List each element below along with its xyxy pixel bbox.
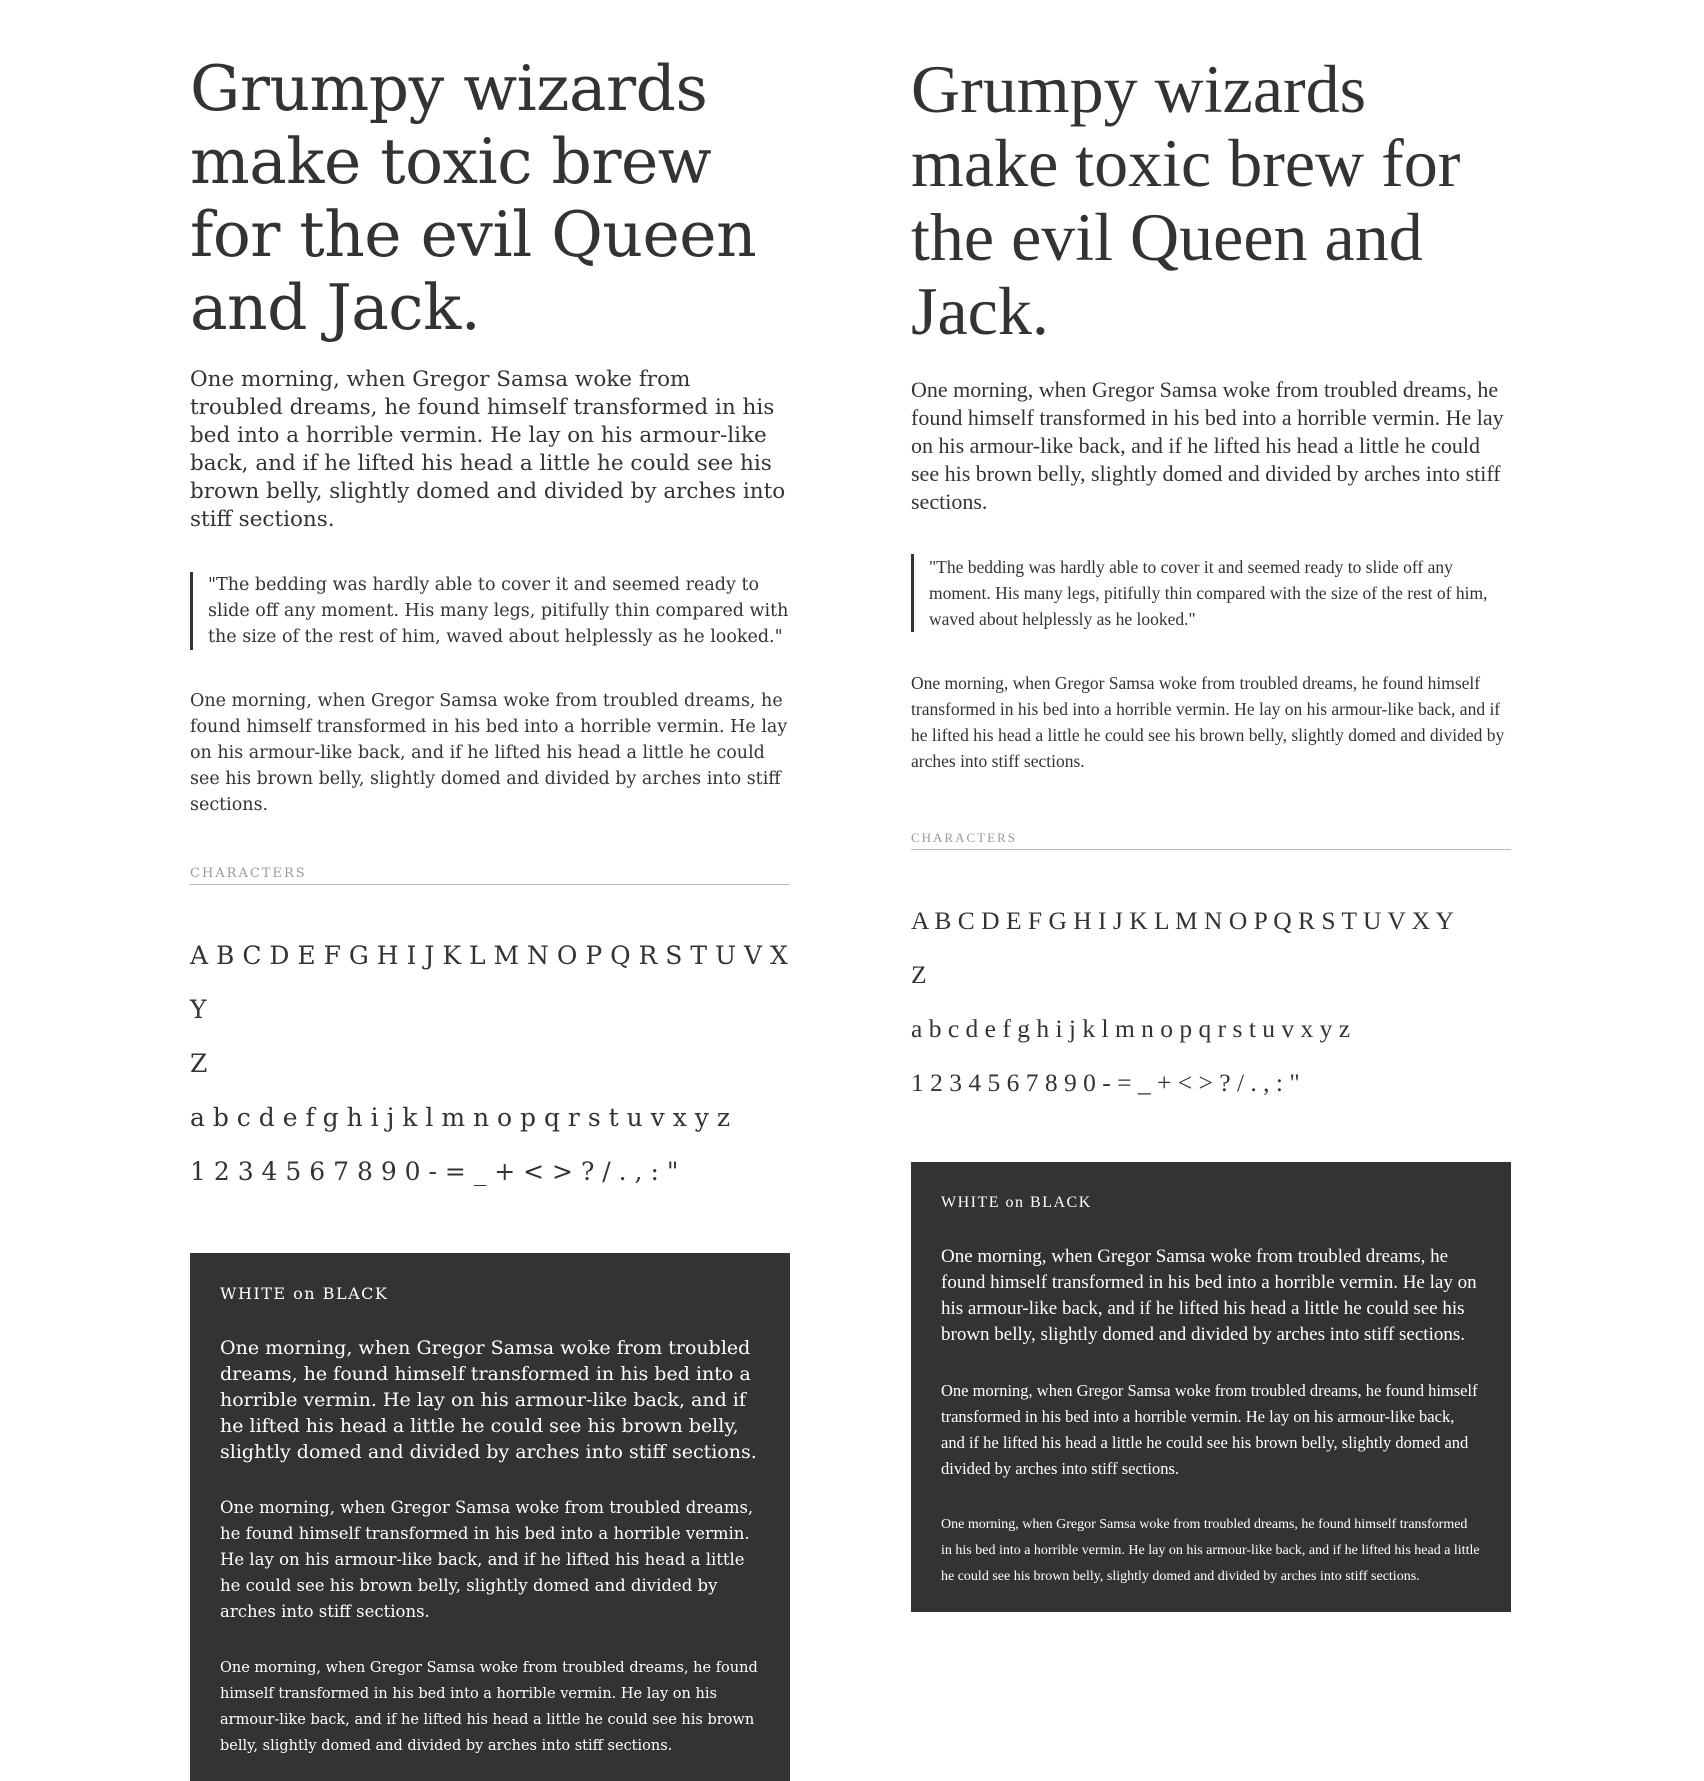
lowercase-line: a b c d e f g h i j k l m n o p q r s t … <box>911 1014 1351 1043</box>
uppercase-line-2: Z <box>911 960 927 989</box>
dark-paragraph-small: One morning, when Gregor Samsa woke from… <box>941 1517 1480 1584</box>
blockquote: "The bedding was hardly able to cover it… <box>190 572 790 650</box>
lead-paragraph: One morning, when Gregor Samsa woke from… <box>190 367 786 532</box>
lowercase-line: a b c d e f g h i j k l m n o p q r s t … <box>190 1103 730 1132</box>
numerals-line: 1 2 3 4 5 6 7 8 9 0 - = _ + < > ? / . , … <box>911 1068 1300 1097</box>
white-on-black-panel: WHITE on BLACK One morning, when Gregor … <box>190 1253 790 1781</box>
dark-panel-label: WHITE on BLACK <box>941 1194 1092 1211</box>
numerals-line: 1 2 3 4 5 6 7 8 9 0 - = _ + < > ? / . , … <box>190 1157 679 1186</box>
body-paragraph: One morning, when Gregor Samsa woke from… <box>190 691 788 815</box>
uppercase-line: A B C D E F G H I J K L M N O P Q R S T … <box>190 941 788 1024</box>
characters-label: CHARACTERS <box>190 866 790 885</box>
dark-paragraph-small: One morning, when Gregor Samsa woke from… <box>220 1660 758 1754</box>
lead-paragraph: One morning, when Gregor Samsa woke from… <box>911 377 1504 514</box>
dark-panel-label: WHITE on BLACK <box>220 1284 389 1303</box>
dark-paragraph-medium: One morning, when Gregor Samsa woke from… <box>941 1381 1478 1478</box>
headline: Grumpy wizards make toxic brew for the e… <box>190 52 757 344</box>
characters-label: CHARACTERS <box>911 830 1511 850</box>
dark-paragraph-large: One morning, when Gregor Samsa woke from… <box>220 1337 757 1463</box>
dark-paragraph-medium: One morning, when Gregor Samsa woke from… <box>220 1498 754 1621</box>
uppercase-line: A B C D E F G H I J K L M N O P Q R S T … <box>911 906 1454 935</box>
specimen-left: Grumpy wizards make toxic brew for the e… <box>190 52 790 1781</box>
character-set: A B C D E F G H I J K L M N O P Q R S T … <box>911 894 1511 1110</box>
blockquote: "The bedding was hardly able to cover it… <box>911 554 1511 632</box>
headline: Grumpy wizards make toxic brew for the e… <box>911 51 1461 349</box>
specimen-right: Grumpy wizards make toxic brew for the e… <box>911 52 1511 1612</box>
body-paragraph: One morning, when Gregor Samsa woke from… <box>911 673 1505 771</box>
white-on-black-panel: WHITE on BLACK One morning, when Gregor … <box>911 1162 1511 1612</box>
dark-paragraph-large: One morning, when Gregor Samsa woke from… <box>941 1246 1477 1345</box>
character-set: A B C D E F G H I J K L M N O P Q R S T … <box>190 929 790 1199</box>
uppercase-line-2: Z <box>190 1049 208 1078</box>
